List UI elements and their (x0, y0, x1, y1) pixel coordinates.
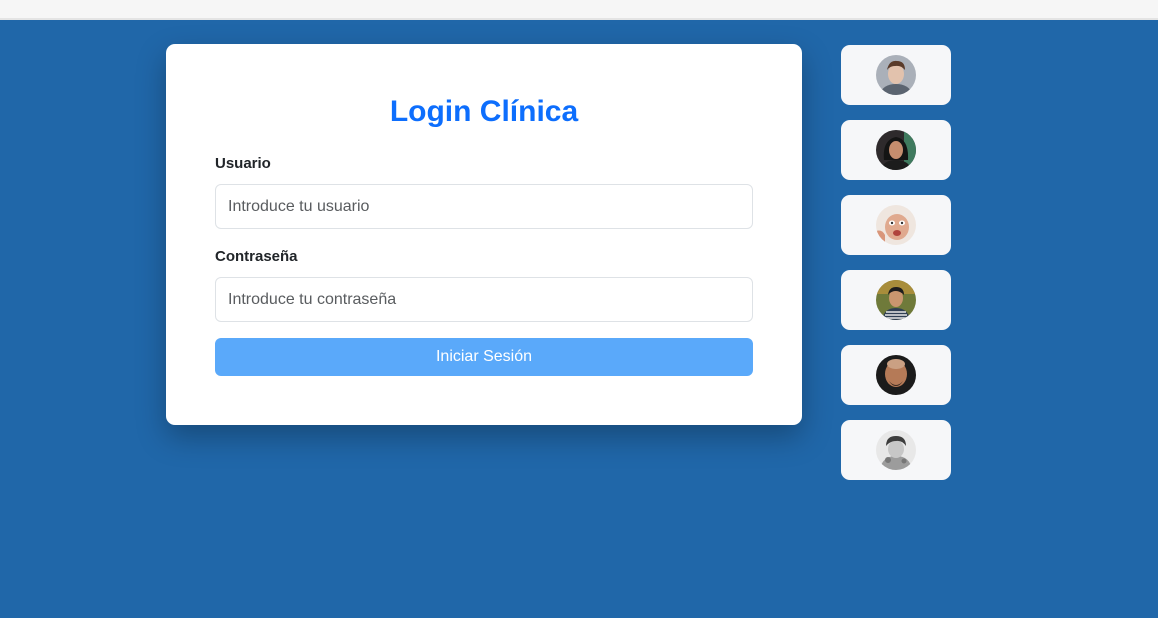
password-input[interactable] (215, 277, 753, 322)
profile-card-6[interactable] (841, 420, 951, 480)
profile-card-3[interactable] (841, 195, 951, 255)
login-title: Login Clínica (389, 95, 579, 128)
browser-top-bar (0, 0, 1158, 20)
avatar-icon (876, 430, 916, 470)
avatar-icon (876, 205, 916, 245)
profile-card-2[interactable] (841, 120, 951, 180)
profile-card-1[interactable] (841, 45, 951, 105)
avatar-icon (876, 280, 916, 320)
avatar-icon (876, 55, 916, 95)
login-card: Login Clínica Usuario Contraseña Iniciar… (166, 44, 802, 425)
password-label: Contraseña (215, 248, 298, 265)
username-label: Usuario (215, 155, 271, 172)
profile-card-4[interactable] (841, 270, 951, 330)
avatar-icon (876, 355, 916, 395)
page-background: Login Clínica Usuario Contraseña Iniciar… (0, 20, 1158, 618)
avatar-icon (876, 130, 916, 170)
username-input[interactable] (215, 184, 753, 229)
login-button[interactable]: Iniciar Sesión (215, 338, 753, 376)
profile-card-5[interactable] (841, 345, 951, 405)
